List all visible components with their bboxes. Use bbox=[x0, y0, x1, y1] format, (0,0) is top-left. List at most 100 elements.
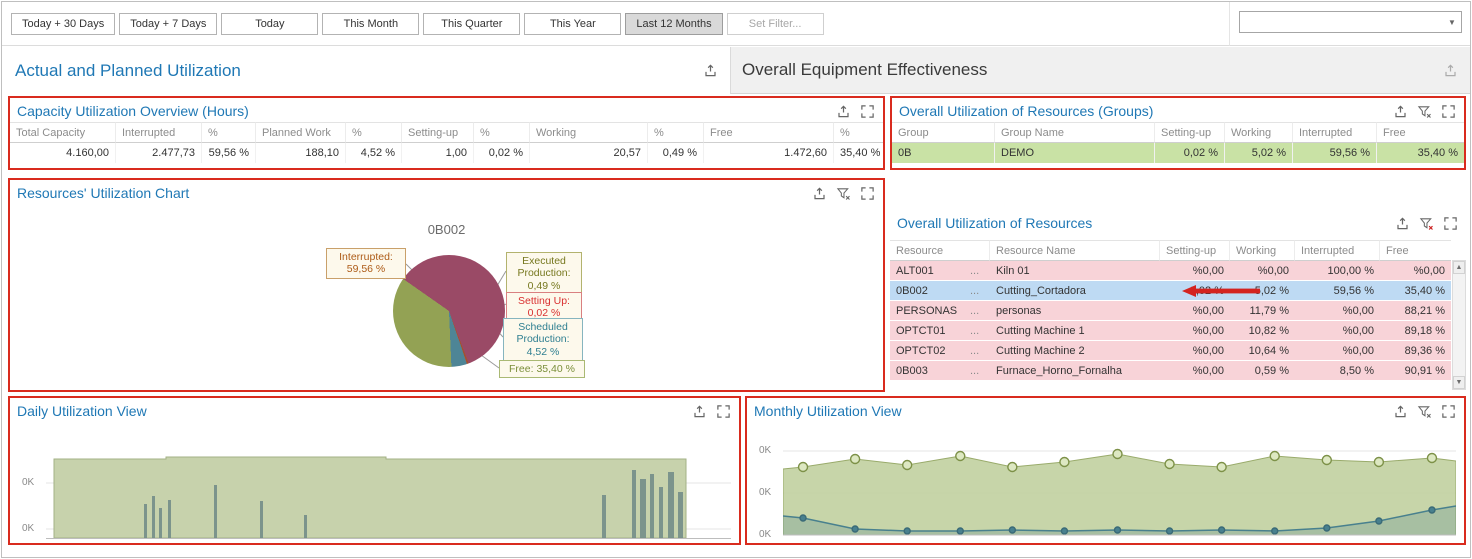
cell: 0B002 bbox=[890, 281, 970, 300]
maximize-icon[interactable] bbox=[1441, 404, 1456, 419]
column-header[interactable]: Free bbox=[1377, 122, 1464, 143]
pie-callout-free: Free: 35,40 % bbox=[499, 360, 585, 378]
table-row[interactable]: OPTCT01...Cutting Machine 1%0,0010,82 %%… bbox=[890, 321, 1451, 341]
cell: Cutting Machine 2 bbox=[990, 341, 1160, 360]
panel-daily-utilization: Daily Utilization View 0K 0K bbox=[8, 396, 741, 545]
scroll-down-icon[interactable]: ▼ bbox=[1453, 376, 1465, 389]
column-header[interactable]: Working bbox=[1225, 122, 1293, 143]
export-icon[interactable] bbox=[1393, 404, 1408, 419]
vertical-scrollbar[interactable]: ▲ ▼ bbox=[1452, 260, 1466, 390]
resources-table: Resource Resource Name Setting-up Workin… bbox=[890, 240, 1451, 393]
time-filter-today-button[interactable]: Today bbox=[221, 13, 318, 35]
cell: 59,56 % bbox=[1293, 143, 1377, 163]
cell: 11,79 % bbox=[1230, 301, 1295, 320]
export-icon[interactable] bbox=[812, 186, 827, 201]
filter-clear-active-icon[interactable] bbox=[1419, 216, 1434, 231]
maximize-icon[interactable] bbox=[860, 104, 875, 119]
column-header[interactable]: Group Name bbox=[995, 122, 1155, 143]
column-header[interactable]: % bbox=[834, 122, 883, 143]
column-header[interactable]: Interrupted bbox=[116, 122, 202, 143]
capacity-table-header: Total Capacity Interrupted % Planned Wor… bbox=[10, 122, 883, 143]
y-axis-label: 0K bbox=[759, 487, 771, 498]
panel-title: Capacity Utilization Overview (Hours) bbox=[17, 103, 249, 119]
filter-clear-icon[interactable] bbox=[1417, 104, 1432, 119]
groups-table-row[interactable]: 0B DEMO 0,02 % 5,02 % 59,56 % 35,40 % bbox=[892, 143, 1464, 163]
table-row[interactable]: OPTCT02...Cutting Machine 2%0,0010,64 %%… bbox=[890, 341, 1451, 361]
cell: %0,00 bbox=[1295, 301, 1380, 320]
column-header[interactable]: Setting-up bbox=[402, 122, 474, 143]
column-header[interactable]: % bbox=[648, 122, 704, 143]
cell: DEMO bbox=[995, 143, 1155, 163]
export-icon[interactable] bbox=[1443, 63, 1458, 78]
table-row[interactable]: PERSONAS...personas%0,0011,79 %%0,0088,2… bbox=[890, 301, 1451, 321]
maximize-icon[interactable] bbox=[1443, 216, 1458, 231]
cell: 0B003 bbox=[890, 361, 970, 380]
export-icon[interactable] bbox=[692, 404, 707, 419]
column-header[interactable]: Interrupted bbox=[1293, 122, 1377, 143]
cell: 1,00 bbox=[402, 143, 474, 163]
column-header[interactable]: Working bbox=[530, 122, 648, 143]
set-filter-button[interactable]: Set Filter... bbox=[727, 13, 824, 35]
table-row[interactable]: 0B003...Furnace_Horno_Fornalha%0,000,59 … bbox=[890, 361, 1451, 381]
column-header[interactable]: % bbox=[202, 122, 256, 143]
column-header[interactable]: Total Capacity bbox=[10, 122, 116, 143]
cell: Kiln 01 bbox=[990, 261, 1160, 280]
maximize-icon[interactable] bbox=[1441, 104, 1456, 119]
y-axis-label: 0K bbox=[759, 445, 771, 456]
export-icon[interactable] bbox=[1395, 216, 1410, 231]
column-header[interactable]: % bbox=[346, 122, 402, 143]
cell: 10,64 % bbox=[1230, 341, 1295, 360]
cell: 0,02 % bbox=[474, 143, 530, 163]
column-header[interactable]: Free bbox=[704, 122, 834, 143]
filter-clear-icon[interactable] bbox=[1417, 404, 1432, 419]
cell: ALT001 bbox=[890, 261, 970, 280]
chevron-down-icon[interactable]: ▼ bbox=[1443, 18, 1461, 27]
cell: 100,00 % bbox=[1295, 261, 1380, 280]
cell: 2.477,73 bbox=[116, 143, 202, 163]
column-header[interactable]: Group bbox=[892, 122, 995, 143]
column-header[interactable]: Setting-up bbox=[1160, 240, 1230, 261]
maximize-icon[interactable] bbox=[716, 404, 731, 419]
cell: 0B bbox=[892, 143, 995, 163]
panel-title: Overall Utilization of Resources (Groups… bbox=[899, 103, 1153, 119]
tab-actual-planned-utilization[interactable]: Actual and Planned Utilization bbox=[2, 47, 730, 94]
time-filter-last-12-months-button[interactable]: Last 12 Months bbox=[625, 13, 722, 35]
column-header[interactable]: Resource bbox=[890, 240, 990, 261]
time-filter-today-plus-30-button[interactable]: Today + 30 Days bbox=[11, 13, 115, 35]
pie-chart[interactable] bbox=[393, 255, 505, 367]
cell: %0,00 bbox=[1160, 341, 1230, 360]
export-icon[interactable] bbox=[836, 104, 851, 119]
row-ellipsis: ... bbox=[970, 341, 990, 360]
time-filter-this-month-button[interactable]: This Month bbox=[322, 13, 419, 35]
export-icon[interactable] bbox=[1393, 104, 1408, 119]
dashboard-select-dropdown[interactable]: ▼ bbox=[1239, 11, 1462, 33]
column-header[interactable]: Resource Name bbox=[990, 240, 1160, 261]
cell: 188,10 bbox=[256, 143, 346, 163]
time-filter-today-plus-7-button[interactable]: Today + 7 Days bbox=[119, 13, 217, 35]
cell: Cutting Machine 1 bbox=[990, 321, 1160, 340]
filter-clear-icon[interactable] bbox=[836, 186, 851, 201]
cell: 8,50 % bbox=[1295, 361, 1380, 380]
pie-chart-title: 0B002 bbox=[10, 222, 883, 237]
monthly-area-chart bbox=[783, 442, 1456, 539]
tab-overall-equipment-effectiveness[interactable]: Overall Equipment Effectiveness bbox=[730, 47, 1470, 94]
column-header[interactable]: % bbox=[474, 122, 530, 143]
cell: %0,00 bbox=[1160, 321, 1230, 340]
column-header[interactable]: Working bbox=[1230, 240, 1295, 261]
maximize-icon[interactable] bbox=[860, 186, 875, 201]
column-header[interactable]: Interrupted bbox=[1295, 240, 1380, 261]
resources-table-header: Resource Resource Name Setting-up Workin… bbox=[890, 240, 1451, 261]
table-row[interactable]: 0B002...Cutting_Cortadora0,02 %5,02 %59,… bbox=[890, 281, 1451, 301]
table-row[interactable]: ALT001...Kiln 01%0,00%0,00100,00 %%0,00 bbox=[890, 261, 1451, 281]
export-icon[interactable] bbox=[703, 63, 718, 78]
scroll-up-icon[interactable]: ▲ bbox=[1453, 261, 1465, 274]
time-filter-this-quarter-button[interactable]: This Quarter bbox=[423, 13, 520, 35]
cell: 10,82 % bbox=[1230, 321, 1295, 340]
column-header[interactable]: Setting-up bbox=[1155, 122, 1225, 143]
time-filter-this-year-button[interactable]: This Year bbox=[524, 13, 621, 35]
daily-area-series bbox=[54, 457, 686, 538]
panel-resources-utilization-chart: Resources' Utilization Chart 0B002 Inter… bbox=[8, 178, 885, 392]
column-header[interactable]: Free bbox=[1380, 240, 1451, 261]
cell: 89,36 % bbox=[1380, 341, 1451, 360]
column-header[interactable]: Planned Work bbox=[256, 122, 346, 143]
